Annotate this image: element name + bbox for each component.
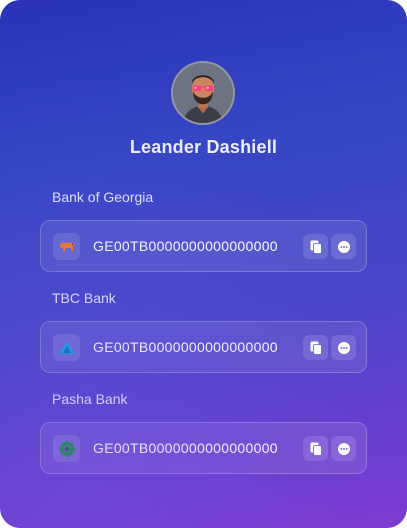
account-row: GE00TB0000000000000000 xyxy=(40,422,367,474)
more-button[interactable] xyxy=(331,335,356,360)
account-row: GE00TB0000000000000000 xyxy=(40,321,367,373)
bank-name: Bank of Georgia xyxy=(52,189,154,205)
account-section-bank-of-georgia: Bank of Georgia GE00TB0000000000000000 xyxy=(40,188,367,272)
lion-logo-icon xyxy=(53,233,80,260)
more-icon xyxy=(337,442,350,455)
copy-icon xyxy=(310,442,322,456)
bank-name: TBC Bank xyxy=(52,290,116,306)
copy-button[interactable] xyxy=(303,234,328,259)
flower-logo-icon xyxy=(53,435,80,462)
bank-accounts-card: Leander Dashiell Bank of Georgia GE00TB0… xyxy=(0,0,407,528)
account-row: GE00TB0000000000000000 xyxy=(40,220,367,272)
copy-button[interactable] xyxy=(303,436,328,461)
copy-icon xyxy=(310,240,322,254)
more-button[interactable] xyxy=(331,234,356,259)
more-icon xyxy=(337,240,350,253)
iban-text: GE00TB0000000000000000 xyxy=(93,440,278,456)
copy-button[interactable] xyxy=(303,335,328,360)
iban-text: GE00TB0000000000000000 xyxy=(93,238,278,254)
account-section-pasha-bank: Pasha Bank GE00TB0000000000000000 xyxy=(40,390,367,474)
avatar-image xyxy=(173,63,233,123)
account-section-tbc-bank: TBC Bank GE00TB0000000000000000 xyxy=(40,289,367,373)
iban-text: GE00TB0000000000000000 xyxy=(93,339,278,355)
bank-name: Pasha Bank xyxy=(52,391,128,407)
more-button[interactable] xyxy=(331,436,356,461)
avatar xyxy=(171,61,235,125)
triangle-logo-icon xyxy=(53,334,80,361)
profile-name: Leander Dashiell xyxy=(129,137,278,157)
more-icon xyxy=(337,341,350,354)
copy-icon xyxy=(310,341,322,355)
